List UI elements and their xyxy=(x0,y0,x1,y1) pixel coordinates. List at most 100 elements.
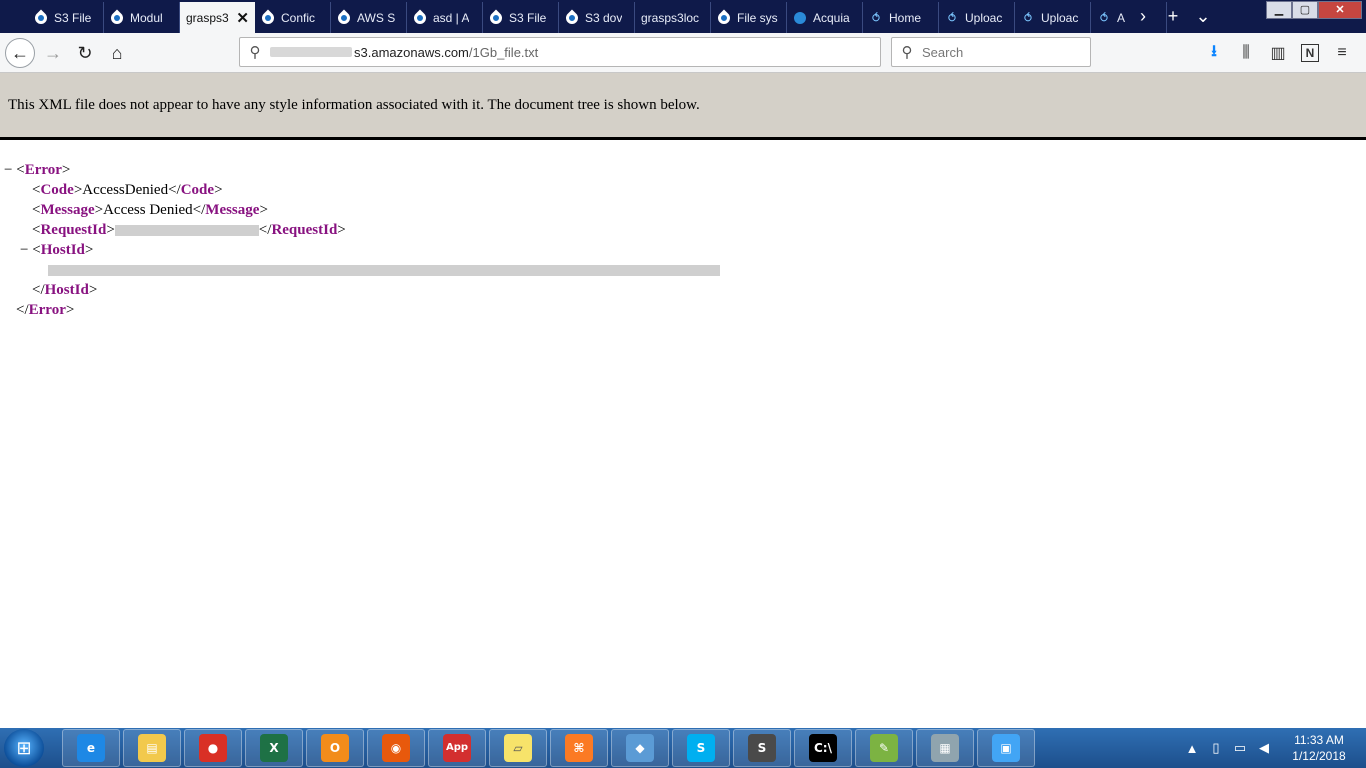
tab[interactable]: AWS S xyxy=(331,2,407,33)
library-icon[interactable]: ⫼ xyxy=(1230,38,1262,68)
clock[interactable]: 11:33 AM 1/12/2018 xyxy=(1284,732,1354,764)
extension-n-icon[interactable]: N xyxy=(1301,44,1319,62)
new-tab-button[interactable]: + xyxy=(1158,6,1188,27)
tab-title: S3 File xyxy=(509,10,547,25)
tab-title: File sys xyxy=(737,10,778,25)
tab-title: S3 File xyxy=(54,10,92,25)
tab-title: Confic xyxy=(281,10,316,25)
calculator-taskbar-button[interactable]: ▦ xyxy=(916,729,974,767)
excel-taskbar-button[interactable]: X xyxy=(245,729,303,767)
search-bar[interactable]: ⚲ Search xyxy=(891,37,1091,67)
tab-title: S3 dov xyxy=(585,10,623,25)
show-hidden-icons-icon[interactable]: ▲ xyxy=(1180,741,1204,756)
tab[interactable]: ⥀ Uploac xyxy=(1015,2,1091,33)
drupal-icon xyxy=(563,9,581,26)
tab[interactable]: File sys xyxy=(711,2,787,33)
clock-date: 1/12/2018 xyxy=(1292,749,1346,763)
app-taskbar-button[interactable]: App xyxy=(428,729,486,767)
url-path: /1Gb_file.txt xyxy=(468,44,539,60)
tab[interactable]: asd | A xyxy=(407,2,483,33)
start-button[interactable]: ⊞ xyxy=(4,729,44,767)
message-line: <Message>Access Denied</Message> xyxy=(32,202,268,218)
tab-title: asd | A xyxy=(433,10,470,25)
xampp-icon: ⌘ xyxy=(565,734,593,762)
outlook-taskbar-button[interactable]: O xyxy=(306,729,364,767)
xampp-taskbar-button[interactable]: ⌘ xyxy=(550,729,608,767)
sidebar-icon[interactable]: ▥ xyxy=(1262,38,1294,68)
excel-icon: X xyxy=(260,734,288,762)
tab-title: Uploac xyxy=(1041,10,1079,25)
sticky-notes-icon: ▱ xyxy=(504,734,532,762)
tab-title: Modul xyxy=(130,10,163,25)
windows-logo-icon: ⊞ xyxy=(16,737,32,758)
tab[interactable]: ⥀ Home xyxy=(863,2,939,33)
tab[interactable]: S3 File xyxy=(483,2,559,33)
drupal-icon xyxy=(108,9,126,26)
drupal-icon xyxy=(487,9,505,26)
file-explorer-taskbar-button[interactable]: ▤ xyxy=(123,729,181,767)
network-taskbar-button[interactable]: ▣ xyxy=(977,729,1035,767)
sublime-text-taskbar-button[interactable]: S xyxy=(733,729,791,767)
hook-icon: ⥀ xyxy=(1099,10,1109,25)
git-taskbar-button[interactable]: ◆ xyxy=(611,729,669,767)
tab-title: grasps3loc xyxy=(641,10,700,25)
hostid-open-line: − <HostId> xyxy=(20,242,94,258)
redacted-host-id xyxy=(48,265,720,277)
cmd-icon: C:\ xyxy=(809,734,837,762)
app-icon: App xyxy=(443,734,471,762)
tab[interactable]: Acquia xyxy=(787,2,863,33)
home-button[interactable]: ⌂ xyxy=(102,38,132,68)
url-bar[interactable]: ⚲ s3.amazonaws.com /1Gb_file.txt xyxy=(239,37,881,67)
drupal-icon xyxy=(259,9,277,26)
minimize-button[interactable]: ▁ xyxy=(1266,1,1292,19)
notepad-plus-taskbar-button[interactable]: ✎ xyxy=(855,729,913,767)
maximize-button[interactable]: ▢ xyxy=(1292,1,1318,19)
list-all-tabs-icon[interactable]: ⌄ xyxy=(1188,6,1218,27)
menu-icon[interactable]: ≡ xyxy=(1326,38,1358,68)
network-icon: ▣ xyxy=(992,734,1020,762)
skype-taskbar-button[interactable]: S xyxy=(672,729,730,767)
tab[interactable]: Modul xyxy=(104,2,180,33)
tab-list: S3 File Modul grasps3 ✕ Confic AWS S asd | A S3… xyxy=(28,2,1167,33)
git-icon: ◆ xyxy=(626,734,654,762)
close-window-button[interactable]: ✕ xyxy=(1318,1,1362,19)
requestid-line: <RequestId> </RequestId> xyxy=(32,222,346,238)
clock-time: 11:33 AM xyxy=(1294,733,1344,747)
device-icon[interactable]: ▯ xyxy=(1204,740,1228,756)
close-tab-icon[interactable]: ✕ xyxy=(236,9,249,27)
hook-icon: ⥀ xyxy=(947,10,957,25)
chrome-taskbar-button[interactable]: ● xyxy=(184,729,242,767)
skype-icon: S xyxy=(687,734,715,762)
tab[interactable]: Confic xyxy=(255,2,331,33)
collapse-toggle[interactable]: − xyxy=(20,242,28,258)
tab-title: Uploac xyxy=(965,10,1003,25)
acquia-dot-icon xyxy=(793,11,807,25)
tab[interactable]: S3 dov xyxy=(559,2,635,33)
cmd-taskbar-button[interactable]: C:\ xyxy=(794,729,852,767)
scroll-tabs-right-icon[interactable]: › xyxy=(1128,6,1158,27)
volume-muted-icon[interactable]: ◀ xyxy=(1252,740,1276,756)
collapse-toggle[interactable]: − xyxy=(4,162,12,178)
tab-title: Home xyxy=(889,10,922,25)
reload-button[interactable]: ↻ xyxy=(70,38,100,68)
code-line: <Code>AccessDenied</Code> xyxy=(32,182,223,198)
tab[interactable]: grasps3loc xyxy=(635,2,711,33)
taskbar: ⊞ e ▤ ● X O ◉ App ▱ ⌘ ◆ S S C:\ ✎ ▦ ▣ ▲ ▯ ▭ ◀ 11:33 AM … xyxy=(0,728,1366,768)
drupal-icon xyxy=(715,9,733,26)
tab-active[interactable]: grasps3 ✕ xyxy=(180,2,255,33)
forward-button[interactable]: → xyxy=(38,38,68,68)
firefox-taskbar-button[interactable]: ◉ xyxy=(367,729,425,767)
tab[interactable]: ⥀ Uploac xyxy=(939,2,1015,33)
tab-title: Acquia xyxy=(813,10,850,25)
network-tray-icon[interactable]: ▭ xyxy=(1228,740,1252,756)
file-explorer-icon: ▤ xyxy=(138,734,166,762)
download-icon[interactable]: ⭳ xyxy=(1198,38,1230,68)
back-button[interactable]: ← xyxy=(5,38,35,68)
drupal-icon xyxy=(411,9,429,26)
internet-explorer-taskbar-button[interactable]: e xyxy=(62,729,120,767)
sticky-notes-taskbar-button[interactable]: ▱ xyxy=(489,729,547,767)
toolbar-buttons: ⭳ ⫼ ▥ N ≡ xyxy=(1198,38,1358,68)
tab[interactable]: S3 File xyxy=(28,2,104,33)
hook-icon: ⥀ xyxy=(1023,10,1033,25)
internet-explorer-icon: e xyxy=(77,734,105,762)
